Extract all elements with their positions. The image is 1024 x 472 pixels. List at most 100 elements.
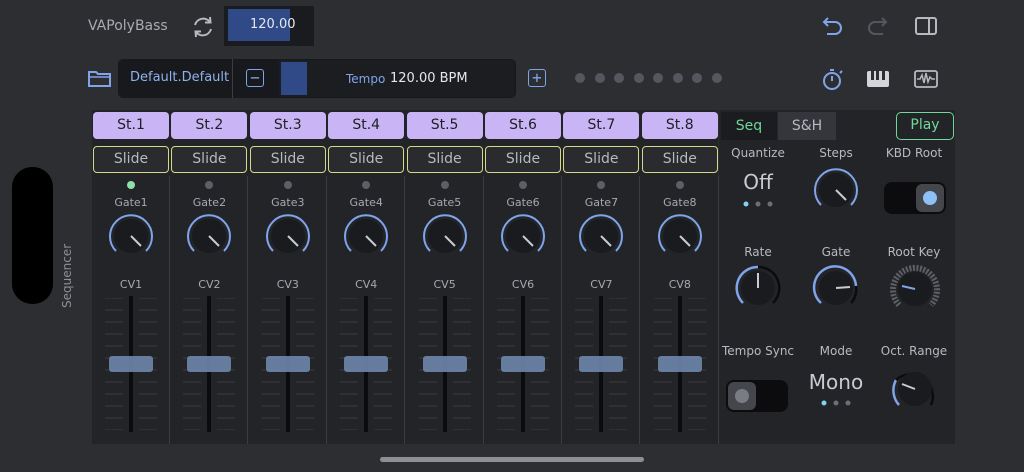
step-button[interactable]: St.7	[563, 112, 640, 139]
cv-fader-handle[interactable]	[657, 356, 702, 372]
step-column: St.1 Slide Gate1 CV1	[92, 110, 170, 444]
step-led	[440, 181, 449, 189]
gate-knob[interactable]	[181, 208, 237, 264]
step-button[interactable]: St.4	[328, 112, 405, 139]
gate-knob[interactable]	[338, 208, 394, 264]
mode-page-dots	[821, 400, 851, 406]
step-button[interactable]: St.2	[171, 112, 248, 139]
sidebar-toggle-icon[interactable]	[912, 12, 940, 40]
gate-knob[interactable]	[260, 208, 316, 264]
cv-fader-handle[interactable]	[501, 356, 545, 372]
oct-range-knob[interactable]	[886, 360, 944, 418]
cv-fader-label: CV3	[276, 278, 299, 291]
step-led	[597, 181, 606, 189]
tempo-label: Tempo	[346, 72, 386, 86]
gate-length-label: Gate	[821, 245, 851, 259]
tempo-sync-label: Tempo Sync	[721, 344, 795, 358]
steps-label: Steps	[819, 146, 853, 160]
undo-icon[interactable]	[818, 12, 846, 40]
cv-fader-label: CV5	[433, 278, 456, 291]
step-column: St.5 Slide Gate5 CV5	[406, 110, 484, 444]
redo-icon[interactable]	[864, 12, 892, 40]
cv-fader-handle[interactable]	[109, 356, 153, 372]
preset-divider	[232, 59, 233, 98]
slide-button[interactable]: Slide	[641, 146, 718, 173]
preset-name[interactable]: Default.Default	[130, 70, 229, 85]
slide-button[interactable]: Slide	[563, 146, 640, 173]
step-dot	[614, 73, 624, 83]
kbd-root-toggle[interactable]	[884, 182, 946, 214]
kbd-root-label: KBD Root	[885, 146, 943, 160]
tab-sample-hold[interactable]: S&H	[778, 112, 836, 140]
cv-fader-label: CV2	[198, 278, 221, 291]
waveform-icon[interactable]	[912, 65, 940, 93]
step-led	[127, 181, 135, 189]
tab-seq[interactable]: Seq	[721, 112, 777, 140]
root-key-knob[interactable]	[886, 260, 944, 318]
cv-fader-handle[interactable]	[422, 356, 467, 372]
step-led	[205, 181, 214, 189]
step-button[interactable]: St.1	[93, 112, 169, 139]
gate-length-knob[interactable]	[808, 260, 864, 316]
mode-label: Mode	[819, 344, 853, 358]
step-dot	[575, 73, 585, 83]
rate-knob[interactable]	[730, 260, 786, 316]
cv-fader-label: CV6	[511, 278, 535, 291]
step-dot	[653, 73, 663, 83]
step-dot	[672, 73, 683, 83]
slide-button[interactable]: Slide	[171, 146, 248, 173]
cv-fader-handle[interactable]	[187, 356, 232, 372]
tempo-increment-button[interactable]: +	[528, 68, 546, 87]
gate-knob[interactable]	[103, 208, 159, 264]
step-button[interactable]: St.3	[249, 112, 326, 139]
metronome-icon[interactable]	[818, 65, 846, 93]
cv-fader-handle[interactable]	[579, 356, 624, 372]
home-indicator[interactable]	[380, 457, 644, 462]
slide-button[interactable]: Slide	[328, 146, 405, 173]
step-dot	[711, 73, 722, 83]
step-column: St.7 Slide Gate7 CV7	[562, 110, 641, 444]
step-column: St.3 Slide Gate3 CV3	[249, 110, 327, 444]
play-button[interactable]: Play	[896, 112, 954, 140]
cv-fader-handle[interactable]	[265, 356, 310, 372]
sync-icon[interactable]	[190, 14, 216, 40]
tempo-bpm-value: 120.00 BPM	[390, 71, 468, 86]
quantize-value[interactable]: Off	[718, 170, 798, 194]
sequencer-label: Sequencer	[60, 243, 74, 308]
oct-range-label: Oct. Range	[880, 344, 948, 358]
slide-button[interactable]: Slide	[406, 146, 483, 173]
mode-value[interactable]: Mono	[796, 370, 876, 394]
root-key-label: Root Key	[887, 245, 941, 259]
step-button[interactable]: St.8	[641, 112, 718, 139]
slide-button[interactable]: Slide	[249, 146, 326, 173]
keyboard-icon[interactable]	[864, 65, 892, 93]
step-button[interactable]: St.6	[485, 112, 561, 139]
step-led	[362, 181, 371, 189]
gate-knob[interactable]	[495, 208, 551, 264]
side-panel-handle[interactable]	[12, 167, 53, 304]
plus-icon: +	[532, 68, 542, 87]
gate-knob[interactable]	[573, 208, 629, 264]
tempo-decrement-button[interactable]: −	[246, 68, 264, 87]
slide-button[interactable]: Slide	[485, 146, 561, 173]
slide-button[interactable]: Slide	[93, 146, 169, 173]
step-column: St.2 Slide Gate2 CV2	[170, 110, 249, 444]
gate-knob[interactable]	[417, 208, 473, 264]
sequencer-grid: St.1 Slide Gate1 CV1 St.2 Slide Gate2 CV…	[92, 110, 719, 444]
step-dot	[633, 73, 644, 83]
cv-fader-label: CV8	[668, 278, 691, 291]
step-led	[283, 181, 292, 189]
rate-label: Rate	[744, 245, 772, 259]
step-column: St.8 Slide Gate8 CV8	[641, 110, 719, 444]
cv-fader-handle[interactable]	[344, 356, 389, 372]
tempo-sync-toggle[interactable]	[726, 380, 788, 412]
gate-knob[interactable]	[652, 208, 708, 264]
step-button[interactable]: St.5	[406, 112, 483, 139]
step-dot	[692, 73, 702, 83]
step-column: St.4 Slide Gate4 CV4	[327, 110, 406, 444]
steps-knob[interactable]	[808, 162, 864, 218]
tempo-slider-fill	[281, 62, 307, 95]
quantize-label: Quantize	[731, 146, 785, 160]
step-led	[675, 181, 684, 189]
folder-icon[interactable]	[86, 64, 114, 92]
